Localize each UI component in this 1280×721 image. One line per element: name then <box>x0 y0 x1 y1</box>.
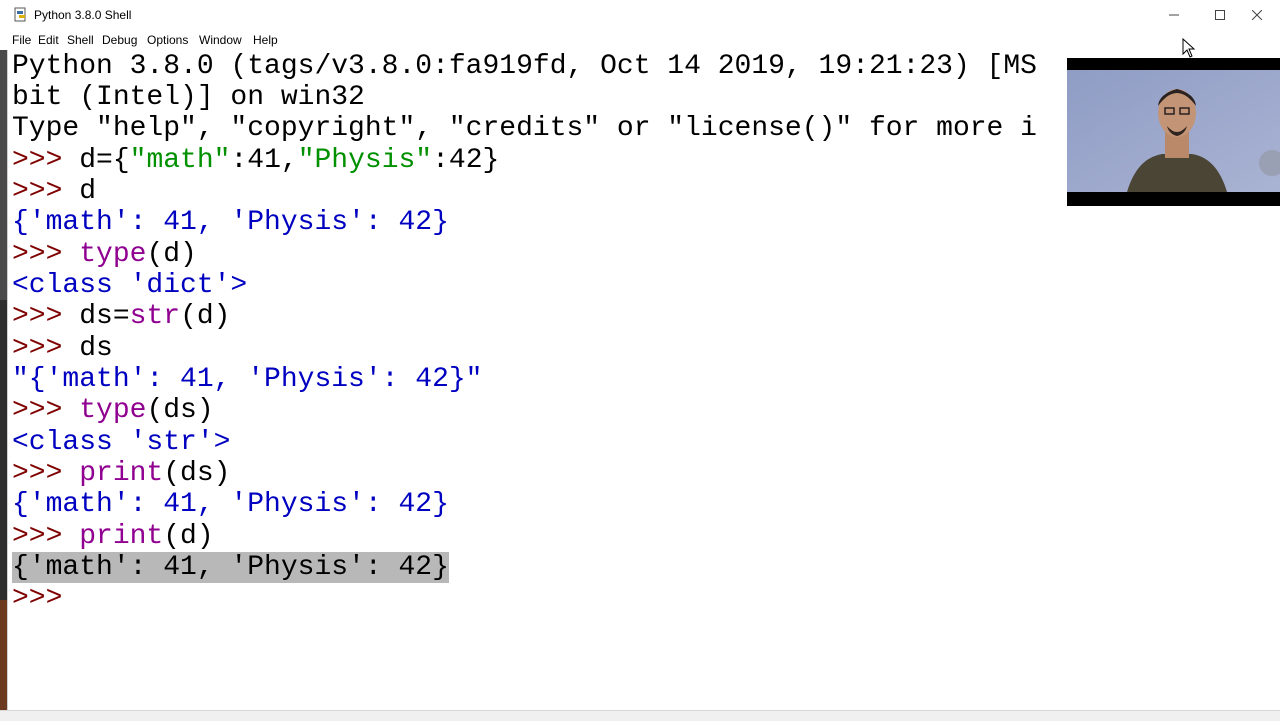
input-line: >>> type(ds) <box>12 395 214 426</box>
builtin-name: print <box>79 521 164 552</box>
mouse-cursor-icon <box>1182 38 1196 58</box>
status-bar <box>0 710 1280 721</box>
code-text: (ds) <box>146 395 214 426</box>
builtin-name: type <box>79 395 147 426</box>
prompt: >>> <box>12 145 80 176</box>
code-text: (d) <box>180 301 231 332</box>
menu-file[interactable]: File <box>12 33 31 47</box>
code-text: :41, <box>230 145 298 176</box>
code-text: (ds) <box>163 458 231 489</box>
window-title: Python 3.8.0 Shell <box>34 8 132 22</box>
code-text: ds= <box>79 301 130 332</box>
menu-window[interactable]: Window <box>199 33 242 47</box>
selection-highlight: {'math': 41, 'Physis': 42} <box>12 552 449 583</box>
output-line: {'math': 41, 'Physis': 42} <box>12 207 449 238</box>
menu-edit[interactable]: Edit <box>38 33 59 47</box>
prompt: >>> <box>12 239 80 270</box>
prompt: >>> <box>12 583 80 614</box>
builtin-name: type <box>79 239 147 270</box>
input-line: >>> d={"math":41,"Physis":42} <box>12 145 499 176</box>
banner-line-3: Type "help", "copyright", "credits" or "… <box>12 113 1037 144</box>
builtin-name: str <box>129 301 181 332</box>
code-text: ds <box>79 333 113 364</box>
selected-output-line[interactable]: {'math': 41, 'Physis': 42} <box>12 552 449 583</box>
input-line: >>> print(ds) <box>12 458 230 489</box>
minimize-button[interactable] <box>1151 0 1197 30</box>
output-line: "{'math': 41, 'Physis': 42}" <box>12 364 483 395</box>
code-text: d <box>79 176 97 207</box>
banner-line-1: Python 3.8.0 (tags/v3.8.0:fa919fd, Oct 1… <box>12 51 1037 82</box>
close-icon <box>1252 10 1262 20</box>
input-line[interactable]: >>> <box>12 583 79 614</box>
presenter-video <box>1067 70 1280 192</box>
code-text: :42} <box>432 145 500 176</box>
code-text: d={ <box>79 145 130 176</box>
webcam-overlay <box>1067 58 1280 206</box>
background-window-edge <box>0 50 7 710</box>
string-literal: "Physis" <box>297 145 433 176</box>
prompt: >>> <box>12 333 80 364</box>
menu-help[interactable]: Help <box>253 33 278 47</box>
maximize-icon <box>1215 10 1225 20</box>
builtin-name: print <box>79 458 164 489</box>
output-line: <class 'dict'> <box>12 270 248 301</box>
prompt: >>> <box>12 395 80 426</box>
title-bar: Python 3.8.0 Shell <box>0 0 1280 30</box>
input-line: >>> print(d) <box>12 521 214 552</box>
python-idle-icon <box>14 7 26 22</box>
prompt: >>> <box>12 176 80 207</box>
close-button[interactable] <box>1234 0 1280 30</box>
menu-debug[interactable]: Debug <box>102 33 137 47</box>
input-line: >>> ds=str(d) <box>12 301 230 332</box>
prompt: >>> <box>12 521 80 552</box>
input-line: >>> ds <box>12 333 113 364</box>
prompt: >>> <box>12 458 80 489</box>
prompt: >>> <box>12 301 80 332</box>
code-text: (d) <box>146 239 197 270</box>
code-text: (d) <box>163 521 214 552</box>
menu-shell[interactable]: Shell <box>67 33 94 47</box>
minimize-icon <box>1169 14 1179 16</box>
input-line: >>> type(d) <box>12 239 197 270</box>
string-literal: "math" <box>129 145 231 176</box>
menu-bar: File Edit Shell Debug Options Window Hel… <box>0 30 1280 50</box>
output-line: {'math': 41, 'Physis': 42} <box>12 489 449 520</box>
output-line: <class 'str'> <box>12 427 231 458</box>
banner-line-2: bit (Intel)] on win32 <box>12 82 365 113</box>
input-line: >>> d <box>12 176 96 207</box>
menu-options[interactable]: Options <box>147 33 188 47</box>
